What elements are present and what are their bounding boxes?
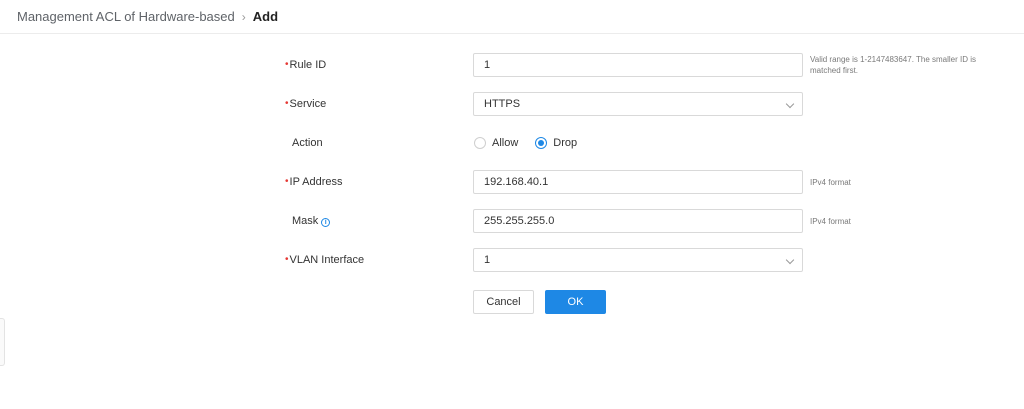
chevron-right-icon: › <box>241 10 246 24</box>
service-row: •Service HTTPS <box>0 92 1024 116</box>
mask-input[interactable]: 255.255.255.0 <box>473 209 803 233</box>
service-select-value: HTTPS <box>484 98 521 110</box>
chevron-down-icon <box>785 99 795 109</box>
vlan-interface-row: •VLAN Interface 1 <box>0 248 1024 272</box>
ip-address-label: •IP Address <box>285 176 343 188</box>
vlan-interface-select[interactable]: 1 <box>473 248 803 272</box>
mask-label: Mask i <box>292 209 331 233</box>
action-label: Action <box>292 137 323 149</box>
info-icon[interactable]: i <box>321 218 331 227</box>
required-marker: • <box>285 254 289 265</box>
vlan-interface-label: •VLAN Interface <box>285 254 365 266</box>
action-option-allow-label: Allow <box>492 137 519 149</box>
service-label: •Service <box>285 98 327 110</box>
breadcrumb-current: Add <box>252 9 279 24</box>
page-header: Management ACL of Hardware-based › Add <box>0 0 1024 34</box>
action-option-allow[interactable]: Allow <box>474 137 518 149</box>
action-row: Action Allow Drop <box>0 131 1024 155</box>
rule-id-label: •Rule ID <box>285 59 327 71</box>
cancel-button[interactable]: Cancel <box>473 290 534 314</box>
ip-address-input[interactable]: 192.168.40.1 <box>473 170 803 194</box>
service-select[interactable]: HTTPS <box>473 92 803 116</box>
rule-id-hint: Valid range is 1-2147483647. The smaller… <box>810 55 977 75</box>
radio-allow[interactable] <box>474 137 486 149</box>
radio-drop[interactable] <box>535 137 548 149</box>
ip-address-row: •IP Address 192.168.40.1 IPv4 format <box>0 170 1024 194</box>
breadcrumb: Management ACL of Hardware-based › Add <box>17 9 278 24</box>
side-panel-handle[interactable] <box>0 318 5 366</box>
ok-button[interactable]: OK <box>545 290 606 314</box>
mask-hint: IPv4 format <box>810 217 851 226</box>
action-option-drop-label: Drop <box>553 137 578 149</box>
rule-id-row: •Rule ID 1 Valid range is 1-2147483647. … <box>0 53 1024 77</box>
chevron-down-icon <box>785 255 795 265</box>
required-marker: • <box>285 98 289 109</box>
action-radio-group: Allow Drop <box>474 131 594 155</box>
breadcrumb-parent-link[interactable]: Management ACL of Hardware-based <box>17 9 235 24</box>
rule-id-input[interactable]: 1 <box>473 53 803 77</box>
required-marker: • <box>285 59 289 70</box>
action-option-drop[interactable]: Drop <box>535 137 577 149</box>
vlan-interface-select-value: 1 <box>484 254 491 266</box>
mask-row: Mask i 255.255.255.0 IPv4 format <box>0 209 1024 233</box>
ip-address-hint: IPv4 format <box>810 178 851 187</box>
required-marker: • <box>285 176 289 187</box>
